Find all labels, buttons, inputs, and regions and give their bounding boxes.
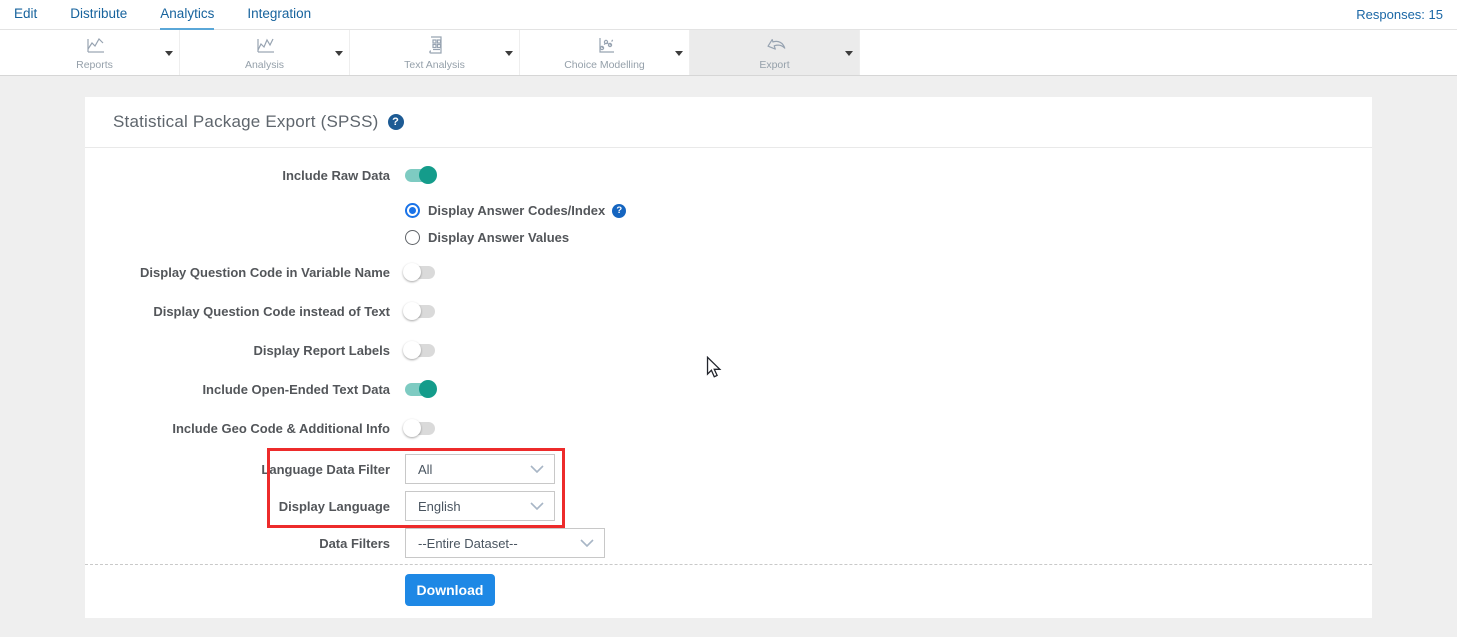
toolbar-item-label: Text Analysis — [404, 59, 465, 71]
panel-header: Statistical Package Export (SPSS) ? — [85, 97, 1372, 148]
form-row: Display Report Labels — [85, 335, 1372, 365]
include-raw-data-toggle[interactable] — [405, 169, 435, 182]
select-value: --Entire Dataset-- — [418, 536, 580, 551]
toolbar-item-label: Reports — [76, 59, 113, 71]
top-nav-tabs: Edit Distribute Analytics Integration — [14, 0, 311, 30]
form-row: Display Question Code in Variable Name — [85, 257, 1372, 287]
field-label: Data Filters — [85, 536, 390, 551]
analysis-dropdown-caret-icon[interactable] — [335, 51, 343, 56]
main-content: Statistical Package Export (SPSS) ? Incl… — [0, 76, 1457, 618]
form-row: Display Question Code instead of Text — [85, 296, 1372, 326]
divider — [85, 564, 1372, 565]
toolbar-item-text-analysis[interactable]: Text Analysis — [350, 30, 520, 75]
chevron-down-icon — [530, 465, 544, 473]
toolbar-item-choice-modelling[interactable]: Choice Modelling — [520, 30, 690, 75]
download-button[interactable]: Download — [405, 574, 495, 606]
toggle-knob — [403, 419, 421, 437]
choice-modelling-chart-icon — [594, 34, 616, 56]
tab-edit[interactable]: Edit — [14, 0, 37, 30]
export-dropdown-caret-icon[interactable] — [845, 51, 853, 56]
field-label: Include Open-Ended Text Data — [85, 382, 390, 397]
help-icon[interactable]: ? — [612, 204, 626, 218]
panel-body: Include Raw Data Display Answer Codes/In… — [85, 148, 1372, 606]
help-icon[interactable]: ? — [388, 114, 404, 130]
radio-option: Display Answer Values — [405, 224, 1372, 251]
data-filters-select[interactable]: --Entire Dataset-- — [405, 528, 605, 558]
radio-label: Display Answer Codes/Index — [428, 203, 605, 218]
page-title: Statistical Package Export (SPSS) — [113, 112, 379, 132]
display-report-labels-toggle[interactable] — [405, 344, 435, 357]
radio-display-answer-codes[interactable] — [405, 203, 420, 218]
field-label: Include Geo Code & Additional Info — [85, 421, 390, 436]
toggle-knob — [403, 263, 421, 281]
toolbar-item-label: Choice Modelling — [564, 59, 645, 71]
form-row: Include Open-Ended Text Data — [85, 374, 1372, 404]
toolbar-item-export[interactable]: Export — [690, 30, 860, 75]
form-row: Include Geo Code & Additional Info — [85, 413, 1372, 443]
language-data-filter-select[interactable]: All — [405, 454, 555, 484]
chevron-down-icon — [580, 539, 594, 547]
chevron-down-icon — [530, 502, 544, 510]
field-label: Display Report Labels — [85, 343, 390, 358]
select-value: English — [418, 499, 530, 514]
field-label: Include Raw Data — [85, 168, 390, 183]
field-label: Language Data Filter — [85, 462, 390, 477]
tab-distribute[interactable]: Distribute — [70, 0, 127, 30]
tab-integration[interactable]: Integration — [247, 0, 311, 30]
toggle-knob — [419, 166, 437, 184]
analytics-toolbar: Reports Analysis Text Analysis Choice Mo… — [0, 30, 1457, 76]
field-label: Display Question Code in Variable Name — [85, 265, 390, 280]
export-arrow-icon — [764, 34, 786, 56]
form-row: Display Language English — [85, 491, 1372, 521]
reports-dropdown-caret-icon[interactable] — [165, 51, 173, 56]
toggle-knob — [403, 341, 421, 359]
text-analysis-document-icon — [424, 34, 446, 56]
toolbar-item-label: Analysis — [245, 59, 284, 71]
analysis-line-chart-icon — [254, 34, 276, 56]
toolbar-item-analysis[interactable]: Analysis — [180, 30, 350, 75]
choice-modelling-dropdown-caret-icon[interactable] — [675, 51, 683, 56]
select-value: All — [418, 462, 530, 477]
include-open-ended-text-data-toggle[interactable] — [405, 383, 435, 396]
toggle-knob — [419, 380, 437, 398]
download-row: Download — [405, 574, 1372, 606]
display-language-select[interactable]: English — [405, 491, 555, 521]
toolbar-item-label: Export — [759, 59, 789, 71]
radio-label: Display Answer Values — [428, 230, 569, 245]
responses-count[interactable]: Responses: 15 — [1356, 7, 1443, 22]
form-row: Language Data Filter All — [85, 454, 1372, 484]
spss-export-panel: Statistical Package Export (SPSS) ? Incl… — [85, 97, 1372, 618]
toolbar-item-reports[interactable]: Reports — [10, 30, 180, 75]
form-row: Include Raw Data — [85, 160, 1372, 190]
field-label: Display Question Code instead of Text — [85, 304, 390, 319]
toggle-knob — [403, 302, 421, 320]
answer-display-radio-group: Display Answer Codes/Index ? Display Ans… — [405, 197, 1372, 251]
radio-display-answer-values[interactable] — [405, 230, 420, 245]
display-question-code-instead-of-text-toggle[interactable] — [405, 305, 435, 318]
top-nav: Edit Distribute Analytics Integration Re… — [0, 0, 1457, 30]
display-question-code-in-variable-name-toggle[interactable] — [405, 266, 435, 279]
form-row: Data Filters --Entire Dataset-- — [85, 528, 1372, 558]
reports-line-chart-icon — [84, 34, 106, 56]
tab-analytics[interactable]: Analytics — [160, 0, 214, 30]
text-analysis-dropdown-caret-icon[interactable] — [505, 51, 513, 56]
include-geo-code-additional-info-toggle[interactable] — [405, 422, 435, 435]
field-label: Display Language — [85, 499, 390, 514]
radio-option: Display Answer Codes/Index ? — [405, 197, 1372, 224]
